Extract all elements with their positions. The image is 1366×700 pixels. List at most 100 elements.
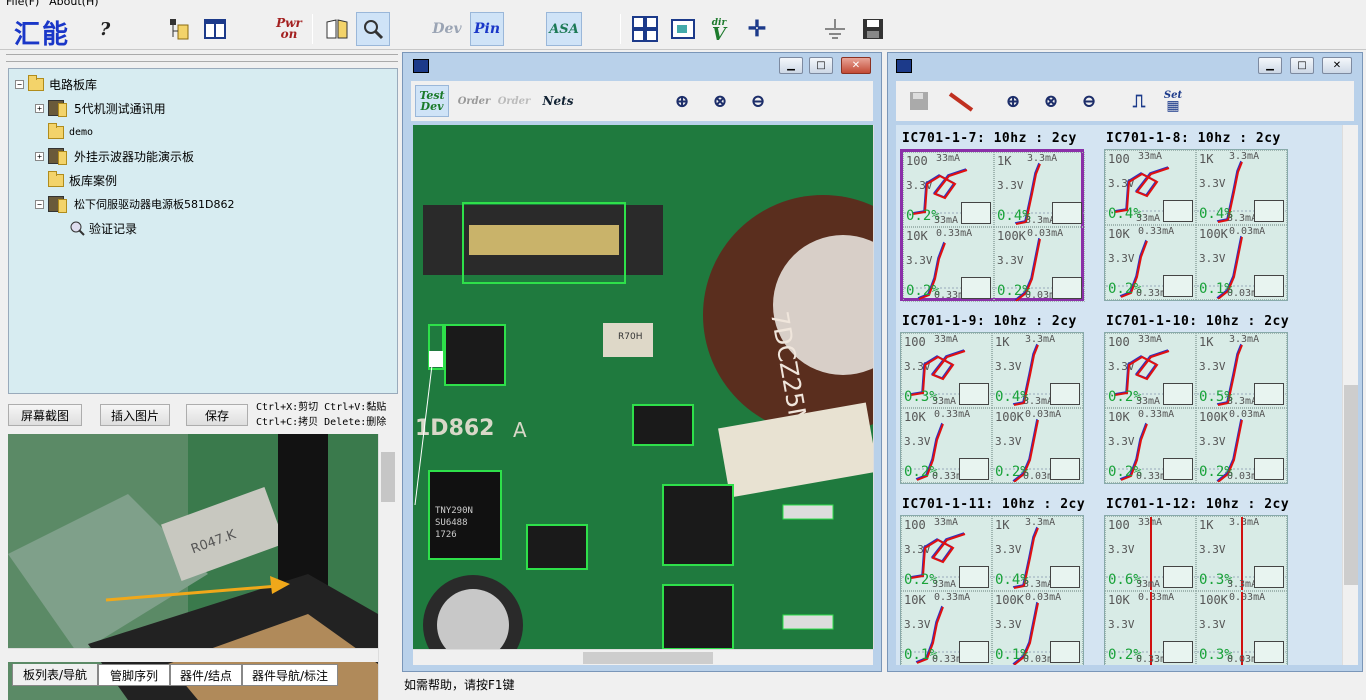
close-button[interactable]: ✕	[1322, 57, 1352, 74]
splitter-grip[interactable]	[6, 54, 398, 62]
scroll-thumb[interactable]	[583, 652, 713, 664]
curve-panel[interactable]: 100 33mA 3.3V 0.3% 33mA 1K 3.3mA 3.3V 0.4% 3.3mA 1…	[900, 332, 1084, 484]
curve-panel[interactable]: 100 33mA 3.3V 0.2% 33mA 1K 3.3mA 3.3V 0.4% 3.3mA 1…	[900, 515, 1084, 665]
zoom-out-icon[interactable]: ⊖	[1072, 85, 1106, 117]
curve-vertical-scrollbar[interactable]	[1342, 125, 1358, 665]
test-dev-button[interactable]: Test Dev	[415, 85, 449, 117]
curve-cell[interactable]: 10033mA3.3V0.6%33mA	[1105, 516, 1196, 591]
curve-panel[interactable]: 100 33mA 3.3V 0.2% 33mA 1K 3.3mA 3.3V 0.5% 3.3mA 1…	[1104, 332, 1288, 484]
close-button[interactable]: ✕	[841, 57, 871, 74]
tab-component-node[interactable]: 器件/结点	[170, 664, 242, 686]
insert-image-button[interactable]: 插入图片	[100, 404, 170, 426]
photo-horizontal-scrollbar[interactable]	[8, 648, 378, 662]
pcb-window-titlebar[interactable]: ▁ □ ✕	[403, 53, 881, 77]
curve-cell[interactable]: 10K 0.33mA 3.3V 0.1% 0.33mA	[901, 591, 992, 665]
curve-cell[interactable]: 10K 0.33mA 3.3V 0.2% 0.33mA	[1105, 408, 1196, 483]
tree-item[interactable]: demo	[48, 121, 93, 143]
tab-board-list[interactable]: 板列表/导航	[12, 664, 98, 686]
pcb-horizontal-scrollbar[interactable]	[413, 649, 873, 665]
tab-component-nav[interactable]: 器件导航/标注	[242, 664, 338, 686]
menu-file[interactable]: File(F)	[6, 0, 39, 7]
tree-item[interactable]: − 松下伺服驱动器电源板581D862	[35, 193, 234, 215]
minimize-button[interactable]: ▁	[1258, 57, 1282, 74]
zoom-in-icon[interactable]: ⊕	[665, 85, 699, 117]
component-tree-icon[interactable]	[162, 12, 196, 46]
curve-cell[interactable]: 100K 0.03mA 3.3V 0.2% 0.03mA	[994, 227, 1085, 302]
curve-window-titlebar[interactable]: ▁ □ ✕	[888, 53, 1362, 77]
menu-about[interactable]: About(H)	[49, 0, 98, 7]
scroll-thumb[interactable]	[381, 452, 395, 502]
nets-button[interactable]: Nets	[541, 85, 575, 117]
collapse-icon[interactable]: −	[35, 199, 44, 209]
split-view-icon[interactable]	[198, 12, 232, 46]
book-icon[interactable]	[320, 12, 354, 46]
order-button-2[interactable]: Order	[497, 85, 531, 117]
crosshair-icon[interactable]: ✛	[740, 12, 774, 46]
curve-cell[interactable]: 10K 0.33mA 3.3V 0.2% 0.33mA	[1105, 591, 1196, 665]
curve-cell[interactable]: 10K 0.33mA 3.3V 0.2% 0.33mA	[1105, 225, 1196, 300]
zoom-fit-icon[interactable]: ⊗	[703, 85, 737, 117]
maximize-button[interactable]: □	[809, 57, 833, 74]
mini-curve-preview	[961, 277, 991, 299]
asa-button[interactable]: ASA	[546, 12, 582, 46]
curve-cell[interactable]: 100 33mA 3.3V 0.3% 33mA	[901, 333, 992, 408]
maximize-button[interactable]: □	[1290, 57, 1314, 74]
waveform-step-icon[interactable]: ⎍	[1122, 85, 1156, 117]
curve-cell[interactable]: 1K 3.3mA 3.3V 0.4% 3.3mA	[992, 333, 1083, 408]
curve-cell[interactable]: 100K 0.03mA 3.3V 0.2% 0.03mA	[992, 408, 1083, 483]
tree-item[interactable]: + 外挂示波器功能演示板	[35, 145, 194, 167]
current-bottom-label: 33mA	[1136, 579, 1161, 590]
search-person-icon[interactable]	[356, 12, 390, 46]
curve-cell[interactable]: 100K 0.03mA 3.3V 0.2% 0.03mA	[1196, 408, 1287, 483]
photo-vertical-scrollbar[interactable]	[378, 434, 396, 700]
scroll-thumb[interactable]	[1344, 385, 1358, 585]
curve-cell[interactable]: 1K 3.3mA 3.3V 0.4% 3.3mA	[992, 516, 1083, 591]
dev-button[interactable]: Dev	[430, 12, 464, 46]
collapse-icon[interactable]: −	[15, 79, 24, 89]
pin-button[interactable]: Pin	[470, 12, 504, 46]
curve-cell[interactable]: 100 33mA 3.3V 0.2% 33mA	[1105, 333, 1196, 408]
zoom-out-icon[interactable]: ⊖	[741, 85, 775, 117]
curve-cell[interactable]: 1K 3.3mA 3.3V 0.3% 3.3mA	[1196, 516, 1287, 591]
curve-cell[interactable]: 10K 0.33mA 3.3V 0.2% 0.33mA	[903, 227, 994, 302]
set-button[interactable]: Set ▦	[1156, 85, 1190, 117]
curve-cell[interactable]: 100 33mA 3.3V 0.2% 33mA	[903, 152, 994, 227]
power-on-button[interactable]: Pwr on	[272, 12, 306, 46]
zoom-in-icon[interactable]: ⊕	[996, 85, 1030, 117]
curve-cell[interactable]: 100K 0.03mA 3.3V 0.1% 0.03mA	[1196, 225, 1287, 300]
curve-panel[interactable]: 10033mA3.3V0.6%33mA1K3.3mA3.3V0.3%3.3mA1…	[1104, 515, 1288, 665]
curve-cell[interactable]: 1K 3.3mA 3.3V 0.4% 3.3mA	[994, 152, 1085, 227]
ground-icon[interactable]	[818, 12, 852, 46]
tree-item[interactable]: 板库案例	[48, 169, 117, 191]
grid-view-icon[interactable]	[628, 12, 662, 46]
curve-cell[interactable]: 10K 0.33mA 3.3V 0.2% 0.33mA	[901, 408, 992, 483]
tree-item[interactable]: + 5代机测试通讯用	[35, 97, 166, 119]
probe-icon[interactable]	[944, 85, 978, 117]
expand-icon[interactable]: +	[35, 103, 44, 113]
pcb-vertical-scrollbar[interactable]	[873, 125, 874, 649]
save-icon[interactable]	[856, 12, 890, 46]
expand-icon[interactable]: +	[35, 151, 44, 161]
help-icon[interactable]: ?	[88, 12, 122, 46]
curve-cell[interactable]: 100 33mA 3.3V 0.2% 33mA	[901, 516, 992, 591]
curve-cell[interactable]: 100K 0.03mA 3.3V 0.3% 0.03mA	[1196, 591, 1287, 665]
curve-panel[interactable]: 100 33mA 3.3V 0.4% 33mA 1K 3.3mA 3.3V 0.4% 3.3mA 1…	[1104, 149, 1288, 301]
curve-cell[interactable]: 1K 3.3mA 3.3V 0.4% 3.3mA	[1196, 150, 1287, 225]
pcb-image[interactable]: 7DCZ25M R70H 1D862 A TNY290N SU6488 1726	[413, 125, 873, 649]
order-button-1[interactable]: Order	[457, 85, 491, 117]
curve-cell[interactable]: 100K 0.03mA 3.3V 0.1% 0.03mA	[992, 591, 1083, 665]
tree-item-selected[interactable]: 验证记录	[69, 217, 137, 239]
save-disabled-icon[interactable]	[902, 85, 936, 117]
window-icon[interactable]	[666, 12, 700, 46]
tree-root[interactable]: − 电路板库	[15, 73, 97, 95]
zoom-fit-icon[interactable]: ⊗	[1034, 85, 1068, 117]
curve-cell[interactable]: 100 33mA 3.3V 0.4% 33mA	[1105, 150, 1196, 225]
minimize-button[interactable]: ▁	[779, 57, 803, 74]
screenshot-button[interactable]: 屏幕截图	[8, 404, 82, 426]
tab-pin-sequence[interactable]: 管脚序列	[98, 664, 170, 686]
current-bottom-label: 3.3mA	[1023, 579, 1054, 590]
curve-cell[interactable]: 1K 3.3mA 3.3V 0.5% 3.3mA	[1196, 333, 1287, 408]
dir-v-button[interactable]: dir V	[702, 12, 736, 46]
curve-panel[interactable]: 100 33mA 3.3V 0.2% 33mA 1K 3.3mA 3.3V 0.4% 3.3mA 1…	[900, 149, 1085, 302]
save-button[interactable]: 保存	[186, 404, 248, 426]
